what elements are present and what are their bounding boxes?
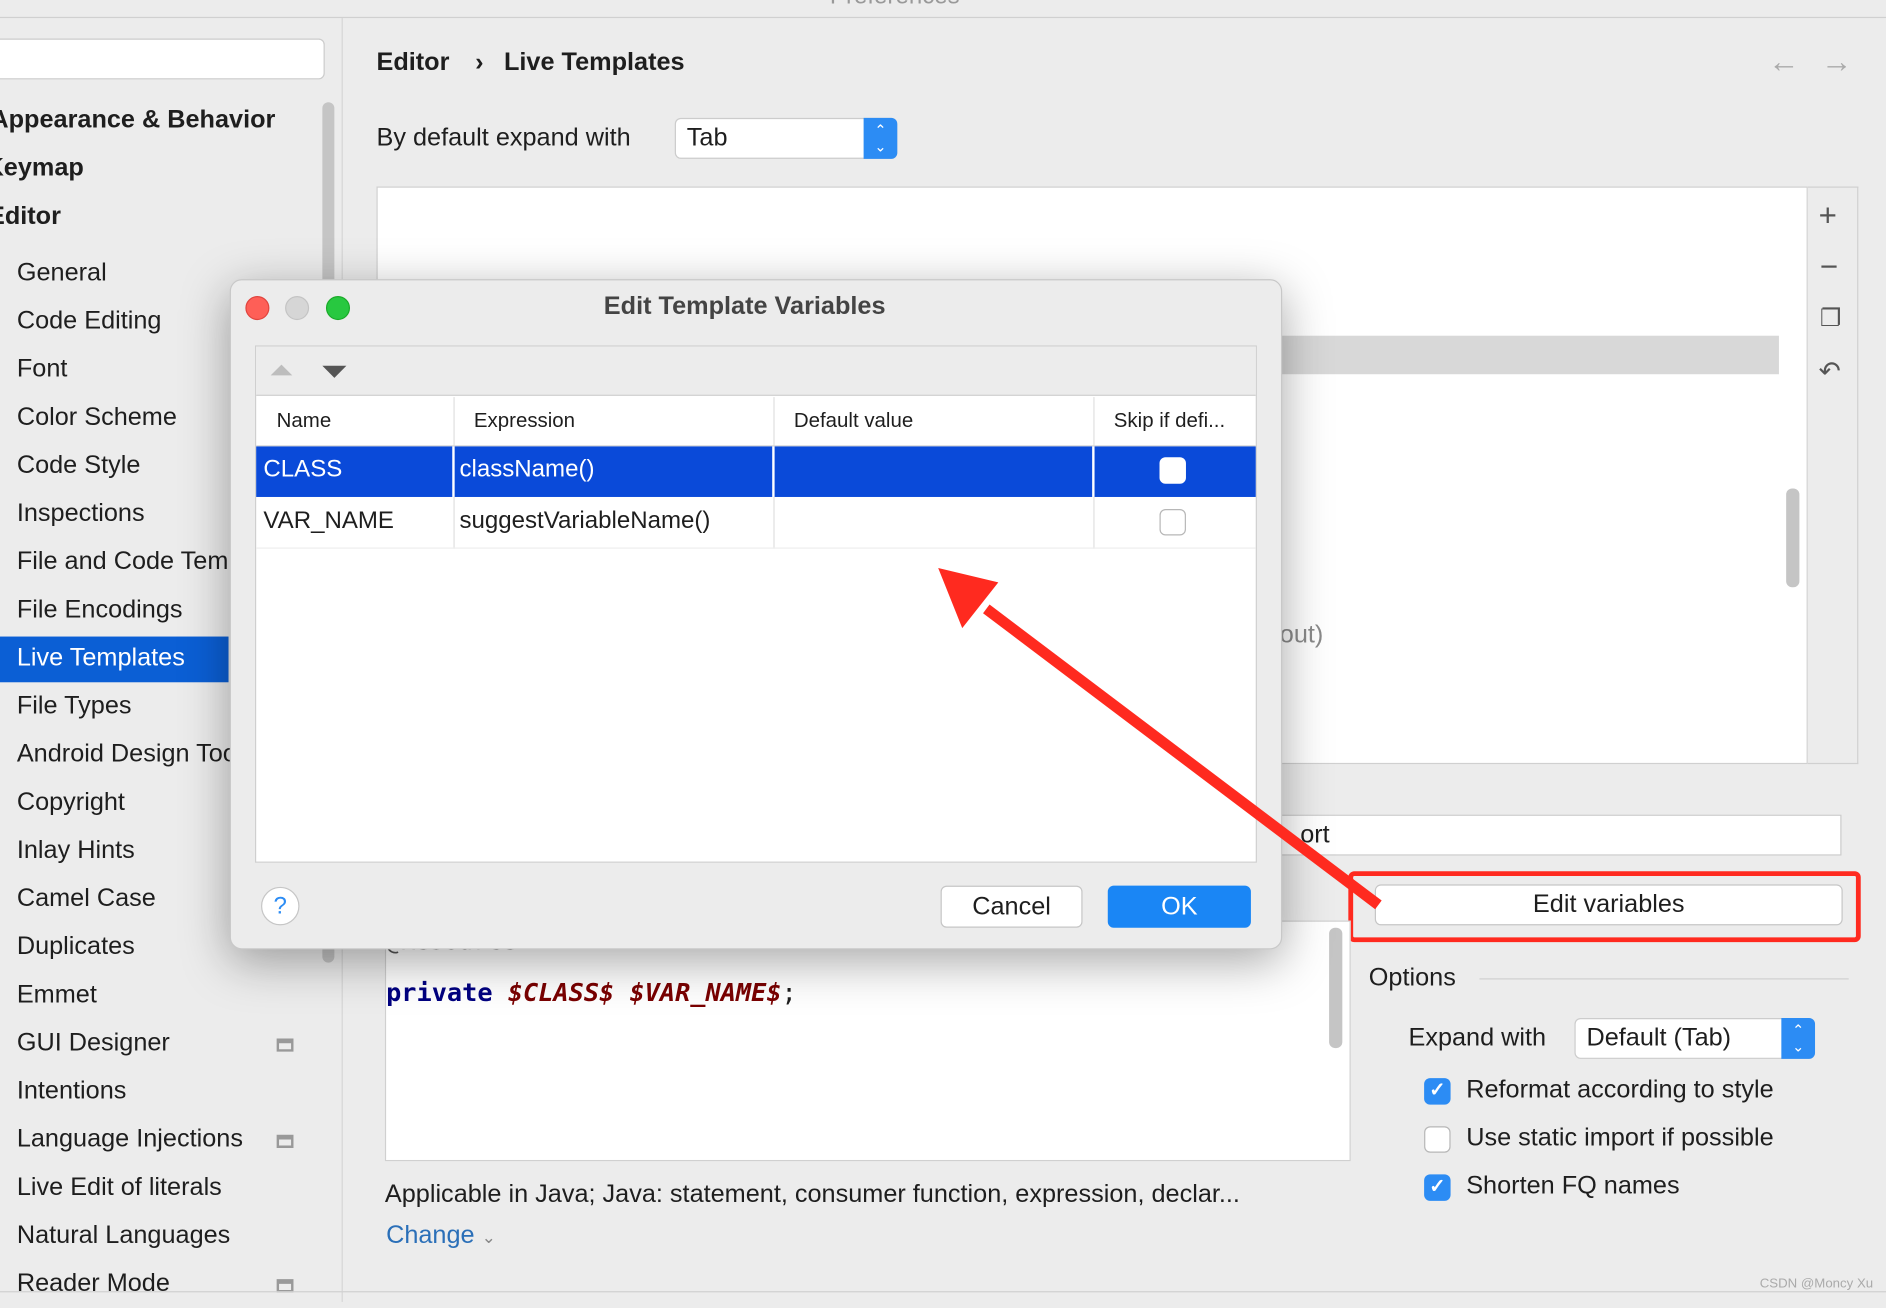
annotation-arrow: [938, 567, 1382, 910]
annotation-arrow-shaft: [983, 604, 1382, 910]
annotation-arrow-head: [938, 567, 999, 629]
preferences-window: Preferences Appearance & Behavior Keymap…: [0, 0, 1886, 1302]
